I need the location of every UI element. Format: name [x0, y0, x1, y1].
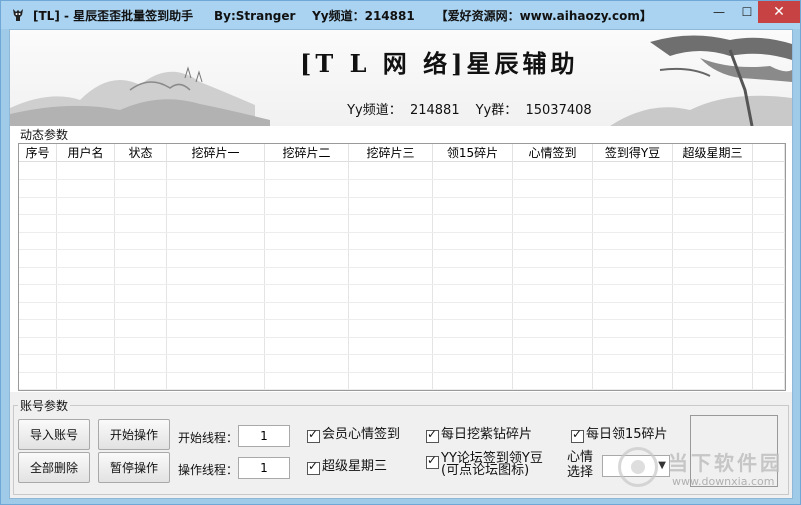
banner: [T L 网 络]星辰辅助 Yy频道： 214881 Yy群： 15037408: [10, 30, 792, 126]
table-header: 序号 用户名 状态 挖碎片一 挖碎片二 挖碎片三 领15碎片 心情签到 签到得Y…: [19, 144, 785, 162]
close-button[interactable]: ✕: [758, 1, 800, 23]
account-params-label: 账号参数: [18, 397, 71, 414]
app-icon: [13, 9, 23, 21]
checkbox-checked-icon: [426, 427, 439, 443]
chevron-down-icon: ▼: [658, 460, 666, 471]
banner-contact: Yy频道： 214881 Yy群： 15037408: [314, 84, 608, 126]
super-wednesday-checkbox[interactable]: 超级星期三: [307, 459, 387, 475]
app-window: [TL] - 星辰歪歪批量签到助手 By:Stranger Yy频道：21488…: [0, 0, 801, 505]
col-dig-2[interactable]: 挖碎片二: [265, 144, 349, 162]
col-ybean[interactable]: 签到得Y豆: [593, 144, 673, 162]
maximize-button[interactable]: ☐: [733, 1, 761, 23]
forum-sign-checkbox[interactable]: YY论坛签到领Y豆 (可点论坛图标): [426, 452, 543, 478]
col-claim-15[interactable]: 领15碎片: [433, 144, 513, 162]
col-status[interactable]: 状态: [115, 144, 167, 162]
grid-row-line: [19, 197, 785, 198]
banner-title: [T L 网 络]星辰辅助: [300, 49, 579, 78]
op-threads-input[interactable]: [238, 457, 290, 479]
col-dig-1[interactable]: 挖碎片一: [167, 144, 265, 162]
daily-purple-checkbox[interactable]: 每日挖紫钻碎片: [426, 427, 532, 443]
grid-row-line: [19, 354, 785, 355]
checkbox-checked-icon: [571, 427, 584, 443]
grid-row-line: [19, 179, 785, 180]
delete-all-button[interactable]: 全部删除: [18, 452, 90, 483]
daily-15-checkbox[interactable]: 每日领15碎片: [571, 427, 668, 443]
vip-mood-checkbox[interactable]: 会员心情签到: [307, 427, 400, 443]
dynamic-params-label: 动态参数: [18, 126, 71, 143]
grid-row-line: [19, 214, 785, 215]
import-account-button[interactable]: 导入账号: [18, 419, 90, 450]
window-title: [TL] - 星辰歪歪批量签到助手 By:Stranger Yy频道：21488…: [33, 9, 652, 23]
banner-group: Yy群： 15037408: [475, 103, 592, 118]
minimize-button[interactable]: —: [705, 1, 733, 23]
table-grid: [19, 162, 785, 390]
start-button[interactable]: 开始操作: [98, 419, 170, 450]
col-extra[interactable]: [753, 144, 785, 162]
grid-row-line: [19, 284, 785, 285]
grid-row-line: [19, 249, 785, 250]
col-mood-sign[interactable]: 心情签到: [513, 144, 593, 162]
op-threads-label: 操作线程：: [178, 463, 239, 477]
col-username[interactable]: 用户名: [57, 144, 115, 162]
mood-select[interactable]: ▼: [602, 455, 670, 477]
start-threads-label: 开始线程：: [178, 431, 239, 445]
grid-row-line: [19, 302, 785, 303]
grid-row-line: [19, 319, 785, 320]
checkbox-checked-icon: [307, 427, 320, 443]
pause-button[interactable]: 暂停操作: [98, 452, 170, 483]
forum-sign-hint: (可点论坛图标): [441, 463, 530, 478]
account-table[interactable]: 序号 用户名 状态 挖碎片一 挖碎片二 挖碎片三 领15碎片 心情签到 签到得Y…: [18, 143, 786, 391]
grid-row-line: [19, 267, 785, 268]
mood-select-label: 心情 选择: [567, 450, 594, 480]
title-bar[interactable]: [TL] - 星辰歪歪批量签到助手 By:Stranger Yy频道：21488…: [1, 1, 800, 29]
client-area: [T L 网 络]星辰辅助 Yy频道： 214881 Yy群： 15037408 …: [9, 29, 793, 499]
col-index[interactable]: 序号: [19, 144, 57, 162]
checkbox-checked-icon: [307, 459, 320, 475]
banner-channel: Yy频道： 214881: [347, 103, 460, 118]
col-dig-3[interactable]: 挖碎片三: [349, 144, 433, 162]
preview-box: [690, 415, 778, 487]
grid-row-line: [19, 372, 785, 373]
checkbox-checked-icon: [426, 453, 439, 469]
grid-row-line: [19, 232, 785, 233]
start-threads-input[interactable]: [238, 425, 290, 447]
col-super-wed[interactable]: 超级星期三: [673, 144, 753, 162]
grid-row-line: [19, 389, 785, 390]
grid-row-line: [19, 337, 785, 338]
